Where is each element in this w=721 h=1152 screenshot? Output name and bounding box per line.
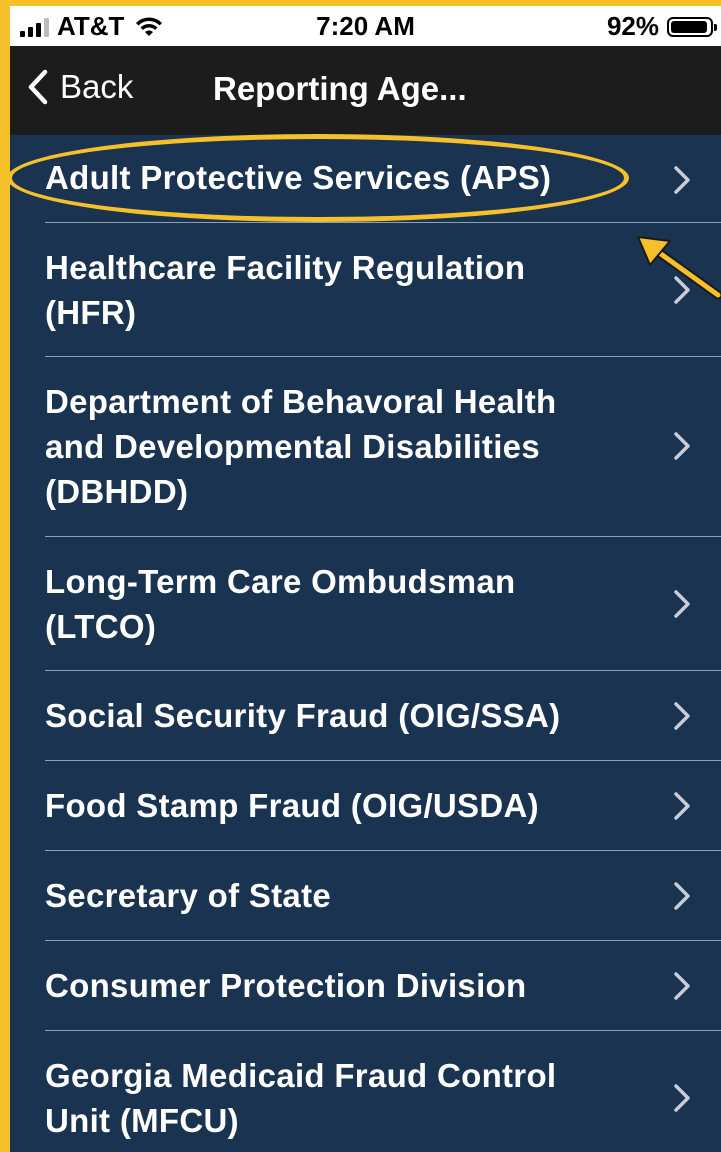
app-screenshot-frame: AT&T 7:20 AM 92% Back Reporting Age... A… — [0, 0, 721, 1152]
back-button-label: Back — [60, 68, 134, 105]
list-item-label: Department of Behavoral Health and Devel… — [45, 383, 557, 510]
list-item-mfcu[interactable]: Georgia Medicaid Fraud Control Unit (MFC… — [10, 1031, 721, 1152]
list-item-dbhdd[interactable]: Department of Behavoral Health and Devel… — [10, 357, 721, 536]
chevron-right-icon — [674, 276, 690, 304]
list-item-ltco[interactable]: Long-Term Care Ombudsman (LTCO) — [10, 537, 721, 670]
list-item-label: Healthcare Facility Regulation (HFR) — [45, 249, 526, 331]
chevron-left-icon — [28, 69, 48, 105]
chevron-right-icon — [674, 166, 690, 194]
chevron-right-icon — [674, 882, 690, 910]
list-item-label: Long-Term Care Ombudsman (LTCO) — [45, 563, 516, 645]
list-item-label: Food Stamp Fraud (OIG/USDA) — [45, 787, 539, 824]
list-item-label: Georgia Medicaid Fraud Control Unit (MFC… — [45, 1057, 557, 1139]
list-item-label: Secretary of State — [45, 877, 332, 914]
battery-percentage: 92% — [606, 11, 659, 41]
battery-icon — [667, 16, 717, 37]
chevron-right-icon — [674, 1084, 690, 1112]
chevron-right-icon — [674, 590, 690, 618]
list-item-secretary-of-state[interactable]: Secretary of State — [10, 851, 721, 940]
chevron-right-icon — [674, 792, 690, 820]
list-item-aps[interactable]: Adult Protective Services (APS) — [10, 135, 721, 222]
chevron-right-icon — [674, 702, 690, 730]
back-button[interactable]: Back — [26, 68, 133, 106]
list-item-oig-usda[interactable]: Food Stamp Fraud (OIG/USDA) — [10, 761, 721, 850]
agency-list: Adult Protective Services (APS) Healthca… — [10, 135, 721, 1152]
list-item-label: Adult Protective Services (APS) — [45, 159, 552, 196]
list-item-hfr[interactable]: Healthcare Facility Regulation (HFR) — [10, 223, 721, 356]
status-right: 92% — [606, 11, 717, 42]
list-item-consumer-protection[interactable]: Consumer Protection Division — [10, 941, 721, 1030]
list-item-label: Consumer Protection Division — [45, 967, 527, 1004]
chevron-right-icon — [674, 432, 690, 460]
list-item-oig-ssa[interactable]: Social Security Fraud (OIG/SSA) — [10, 671, 721, 760]
list-item-label: Social Security Fraud (OIG/SSA) — [45, 697, 561, 734]
chevron-right-icon — [674, 972, 690, 1000]
page-title: Reporting Age... — [213, 70, 467, 107]
navigation-bar: Back Reporting Age... — [10, 46, 721, 135]
status-bar: AT&T 7:20 AM 92% — [10, 6, 721, 46]
